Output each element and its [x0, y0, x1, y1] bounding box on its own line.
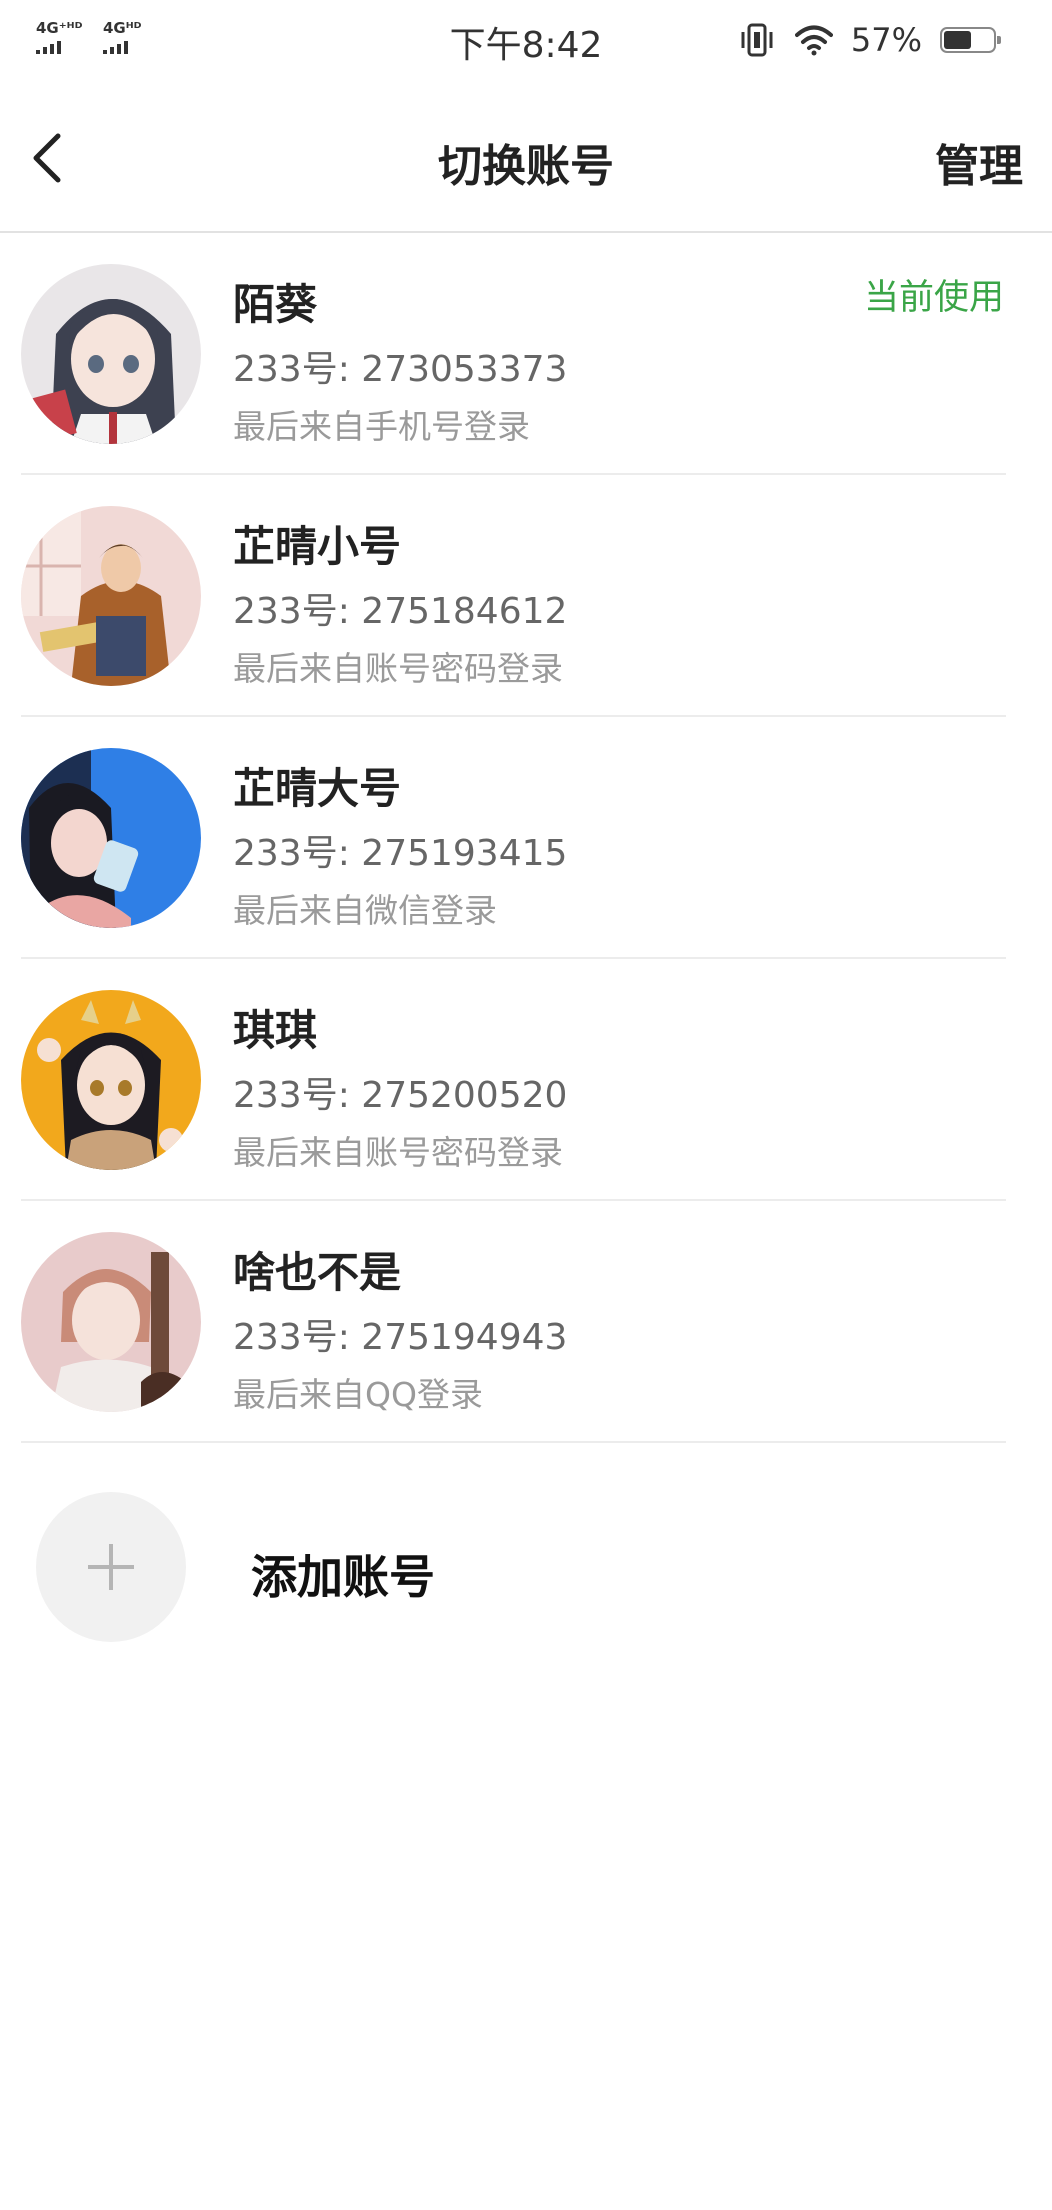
account-name: 琪琪 [233, 1006, 318, 1055]
account-login-method: 最后来自账号密码登录 [233, 1133, 563, 1172]
avatar [21, 506, 201, 686]
account-id: 233号: 273053373 [233, 349, 568, 390]
wifi-icon [794, 25, 833, 56]
nav-bar: 切换账号 管理 [0, 80, 1052, 233]
account-list: 陌葵 233号: 273053373 最后来自手机号登录 当前使用 芷晴小号 2… [0, 233, 1052, 1443]
status-indicators: 57% [737, 20, 1001, 60]
avatar [21, 1232, 201, 1412]
avatar [21, 990, 201, 1170]
battery-level-fill [944, 31, 972, 49]
account-name: 陌葵 [233, 280, 318, 329]
account-login-method: 最后来自手机号登录 [233, 407, 530, 446]
account-id: 233号: 275200520 [233, 1075, 568, 1116]
plus-icon [88, 1544, 134, 1590]
battery-icon [940, 27, 1001, 53]
account-name: 芷晴大号 [233, 764, 402, 813]
add-account-label: 添加账号 [251, 1550, 435, 1604]
account-item[interactable]: 陌葵 233号: 273053373 最后来自手机号登录 当前使用 [0, 233, 1052, 475]
battery-percent: 57% [850, 21, 922, 59]
manage-button[interactable]: 管理 [935, 130, 1023, 194]
account-item[interactable]: 啥也不是 233号: 275194943 最后来自QQ登录 [0, 1201, 1052, 1443]
account-login-method: 最后来自QQ登录 [233, 1375, 483, 1414]
avatar [21, 264, 201, 444]
account-id: 233号: 275194943 [233, 1317, 568, 1358]
account-name: 芷晴小号 [233, 522, 402, 571]
add-account-circle[interactable] [36, 1492, 186, 1642]
account-login-method: 最后来自微信登录 [233, 891, 497, 930]
add-account-button[interactable]: 添加账号 [0, 1449, 1052, 1669]
page-title: 切换账号 [438, 141, 614, 192]
vibrate-icon [741, 23, 773, 57]
avatar [21, 748, 201, 928]
account-name: 啥也不是 [233, 1248, 402, 1297]
account-item[interactable]: 芷晴小号 233号: 275184612 最后来自账号密码登录 [0, 475, 1052, 717]
account-item[interactable]: 琪琪 233号: 275200520 最后来自账号密码登录 [0, 959, 1052, 1201]
account-id: 233号: 275184612 [233, 591, 568, 632]
account-item[interactable]: 芷晴大号 233号: 275193415 最后来自微信登录 [0, 717, 1052, 959]
current-account-badge: 当前使用 [863, 278, 1004, 318]
account-id: 233号: 275193415 [233, 833, 568, 874]
status-bar: 4G⁺ᴴᴰ 4Gᴴᴰ 下午8:42 57% [0, 0, 1052, 80]
account-login-method: 最后来自账号密码登录 [233, 649, 563, 688]
